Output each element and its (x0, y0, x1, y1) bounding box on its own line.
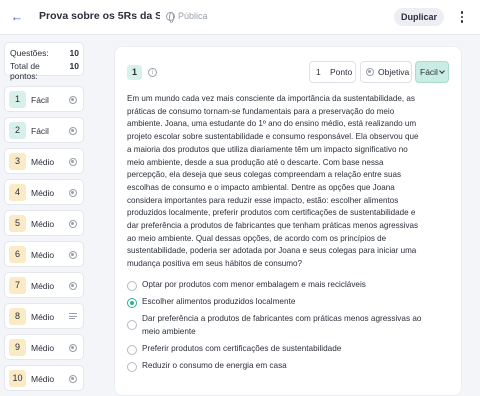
question-card[interactable]: 1 Fácil (4, 86, 84, 112)
question-card-difficulty: Fácil (31, 126, 49, 136)
question-card-difficulty: Fácil (31, 95, 49, 105)
question-card-number: 6 (9, 246, 26, 263)
points-unit: Ponto (330, 67, 353, 77)
radio-empty-icon[interactable] (127, 280, 137, 291)
question-card-number: 10 (9, 370, 26, 387)
lines-icon (69, 313, 77, 321)
more-options-icon[interactable] (457, 9, 467, 25)
radio-icon (69, 220, 77, 228)
radio-empty-icon[interactable] (127, 320, 137, 330)
question-card[interactable]: 10 Médio (4, 365, 84, 391)
visibility-label: Pública (178, 11, 208, 21)
question-card[interactable]: 8 Médio (4, 303, 84, 329)
answer-option-text: Dar preferência a produtos de fabricante… (142, 314, 422, 336)
question-card-number: 8 (9, 308, 26, 325)
question-card[interactable]: 7 Médio (4, 272, 84, 298)
radio-icon (69, 251, 77, 259)
question-card-difficulty: Médio (31, 188, 55, 198)
question-card-number: 1 (9, 91, 26, 108)
radio-icon (69, 344, 77, 352)
radio-selected-icon[interactable] (127, 297, 137, 308)
answer-option-text: Reduzir o consumo de energia em casa (142, 361, 287, 370)
radio-empty-icon[interactable] (127, 361, 137, 372)
quiz-title[interactable]: Prova sobre os 5Rs da Sust... (39, 10, 160, 22)
back-arrow-icon[interactable]: ← (9, 9, 25, 25)
radio-icon (69, 282, 77, 290)
radio-icon (69, 189, 77, 197)
question-card-difficulty: Médio (31, 219, 55, 229)
top-bar: ← Prova sobre os 5Rs da Sust... Pública … (0, 0, 480, 35)
radio-icon (69, 375, 77, 383)
question-card-difficulty: Médio (31, 343, 55, 353)
question-card-difficulty: Médio (31, 157, 55, 167)
radio-icon (69, 158, 77, 166)
question-card[interactable]: 9 Médio (4, 334, 84, 360)
question-card-difficulty: Médio (31, 374, 55, 384)
question-card-number: 7 (9, 277, 26, 294)
question-card[interactable]: 5 Médio (4, 210, 84, 236)
question-card[interactable]: 6 Médio (4, 241, 84, 267)
question-number-badge: 1 (127, 65, 142, 80)
question-editor: 1 i 1 Ponto Objetiva Fácil Em um mundo c… (114, 46, 462, 396)
difficulty-label: Fácil (420, 67, 438, 77)
question-type-label: Objetiva (378, 67, 410, 77)
quiz-summary: Questões: 10 Total de pontos: 10 (4, 42, 84, 81)
info-icon[interactable]: i (148, 68, 157, 77)
questions-count-label: Questões: (10, 48, 49, 58)
points-field[interactable]: 1 Ponto (309, 61, 356, 83)
globe-icon (166, 11, 175, 23)
question-card-number: 3 (9, 153, 26, 170)
question-card-difficulty: Médio (31, 250, 55, 260)
question-card-number: 4 (9, 184, 26, 201)
question-card[interactable]: 3 Médio (4, 148, 84, 174)
radio-icon (69, 96, 77, 104)
visibility-status[interactable]: Pública (166, 11, 208, 23)
question-card[interactable]: 4 Médio (4, 179, 84, 205)
total-points-value: 10 (69, 61, 79, 71)
question-card-difficulty: Médio (31, 312, 55, 322)
answer-option-text: Preferir produtos com certificações de s… (142, 344, 342, 353)
question-card-difficulty: Médio (31, 281, 55, 291)
radio-icon (366, 68, 374, 76)
questions-count-value: 10 (69, 48, 79, 58)
radio-empty-icon[interactable] (127, 344, 137, 355)
question-card[interactable]: 2 Fácil (4, 117, 84, 143)
answer-option-text: Optar por produtos com menor embalagem e… (142, 280, 366, 289)
answer-option-text: Escolher alimentos produzidos localmente (142, 297, 296, 306)
radio-icon (69, 127, 77, 135)
duplicate-button[interactable]: Duplicar (394, 8, 444, 26)
question-card-number: 9 (9, 339, 26, 356)
question-type-select[interactable]: Objetiva (360, 61, 412, 83)
difficulty-select[interactable]: Fácil (415, 61, 449, 83)
question-text[interactable]: Em um mundo cada vez mais consciente da … (127, 93, 419, 271)
question-card-number: 2 (9, 122, 26, 139)
chevron-down-icon (439, 68, 445, 74)
total-points-label: Total de pontos: (10, 61, 40, 81)
question-card-number: 5 (9, 215, 26, 232)
points-value[interactable]: 1 (316, 62, 321, 82)
